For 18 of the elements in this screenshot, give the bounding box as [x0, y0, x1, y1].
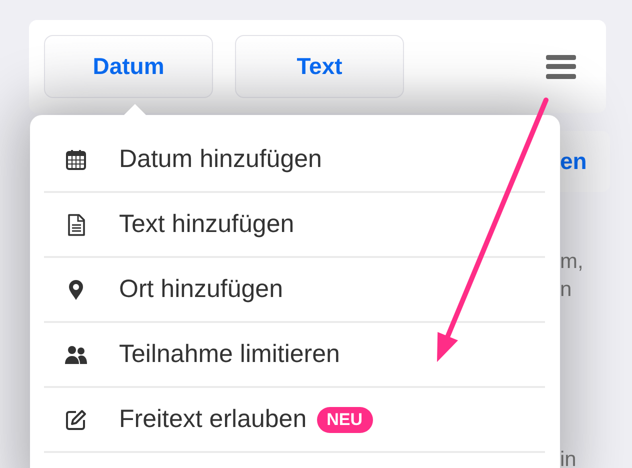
menu-icon[interactable] — [546, 54, 576, 78]
menu-item-label: Text hinzufügen — [119, 210, 294, 239]
menu-item-label: Ort hinzufügen — [119, 275, 283, 304]
toolbar-button[interactable]: Text — [235, 35, 404, 98]
menu-item[interactable]: Freitext erlauben NEU — [44, 388, 545, 453]
menu-item-label: Freitext erlauben — [119, 405, 307, 434]
toolbar-button[interactable]: Datum — [44, 35, 213, 98]
menu-item-label: Datum hinzufügen — [119, 145, 322, 174]
partial-text: n — [559, 277, 573, 303]
menu-item-label: Teilnahme limitieren — [119, 340, 340, 369]
edit-icon — [64, 408, 88, 432]
calendar-icon — [64, 148, 88, 172]
menu-item[interactable]: Datum hinzufügen — [44, 128, 545, 193]
menu-item[interactable]: Ort hinzufügen — [44, 258, 545, 323]
partial-text: in — [559, 447, 578, 468]
partial-text: m, — [559, 249, 584, 275]
new-badge: NEU — [316, 406, 373, 432]
menu-item[interactable]: Text hinzufügen — [44, 193, 545, 258]
